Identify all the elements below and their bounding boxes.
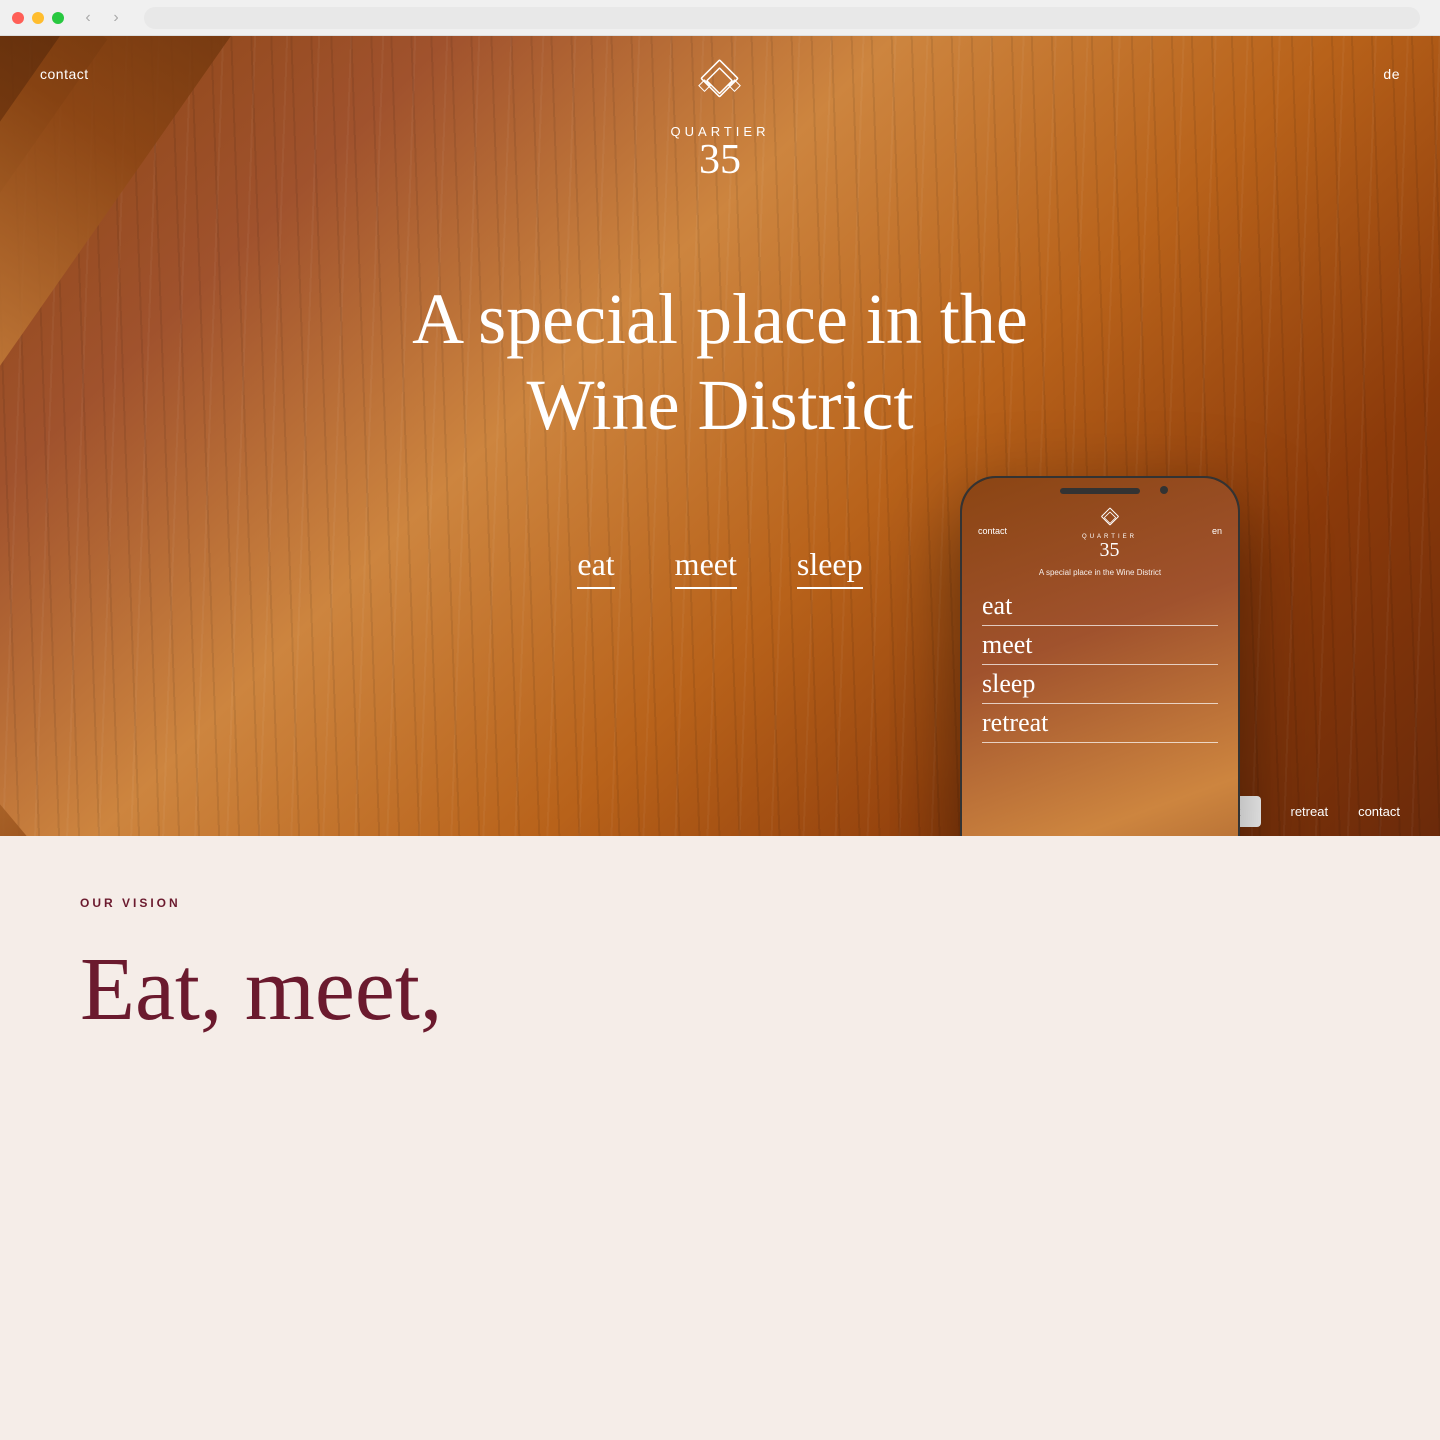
- phone-subtitle: A special place in the Wine District: [962, 564, 1238, 581]
- browser-dot-red[interactable]: [12, 12, 24, 24]
- phone-menu: eat meet sleep retreat: [962, 581, 1238, 836]
- logo-container: QUARTIER 35: [671, 56, 770, 181]
- phone-nav-contact: contact: [978, 526, 1007, 536]
- browser-nav: ‹ ›: [76, 6, 128, 30]
- phone-menu-eat[interactable]: eat: [982, 591, 1218, 626]
- hero-link-meet[interactable]: meet: [675, 546, 737, 589]
- phone-mockup: contact QUARTIER 35 en A special place i…: [960, 476, 1240, 836]
- desktop-contact-link[interactable]: contact: [1358, 804, 1400, 819]
- content-section: OUR VISION Eat, meet,: [0, 836, 1440, 1440]
- logo-number-text: 35: [699, 139, 741, 181]
- browser-address-bar[interactable]: [144, 7, 1420, 29]
- phone-nav-lang: en: [1212, 526, 1222, 536]
- hero-link-eat[interactable]: eat: [577, 546, 614, 589]
- nav-language[interactable]: de: [1383, 66, 1400, 82]
- phone-notch: [1060, 488, 1140, 494]
- phone-logo-icon: [1096, 506, 1124, 534]
- hero-section: contact de QUARTIER 35 A special place i…: [0, 36, 1440, 836]
- browser-forward-button[interactable]: ›: [104, 6, 128, 30]
- desktop-retreat-link[interactable]: retreat: [1291, 804, 1329, 819]
- nav-contact-link[interactable]: contact: [40, 66, 89, 82]
- phone-screen: contact QUARTIER 35 en A special place i…: [962, 478, 1238, 836]
- phone-logo: QUARTIER 35: [1082, 498, 1137, 564]
- content-heading: Eat, meet,: [80, 940, 1360, 1039]
- phone-menu-retreat[interactable]: retreat: [982, 708, 1218, 743]
- logo-icon: [690, 56, 750, 116]
- phone-menu-sleep[interactable]: sleep: [982, 669, 1218, 704]
- phone-logo-35: 35: [1100, 540, 1120, 560]
- hero-link-sleep[interactable]: sleep: [797, 546, 863, 589]
- phone-camera: [1160, 486, 1168, 494]
- browser-dot-yellow[interactable]: [32, 12, 44, 24]
- browser-chrome: ‹ ›: [0, 0, 1440, 36]
- phone-menu-meet[interactable]: meet: [982, 630, 1218, 665]
- our-vision-label: OUR VISION: [80, 896, 1360, 910]
- hero-heading: A special place in the Wine District: [0, 276, 1440, 449]
- browser-back-button[interactable]: ‹: [76, 6, 100, 30]
- browser-dot-green[interactable]: [52, 12, 64, 24]
